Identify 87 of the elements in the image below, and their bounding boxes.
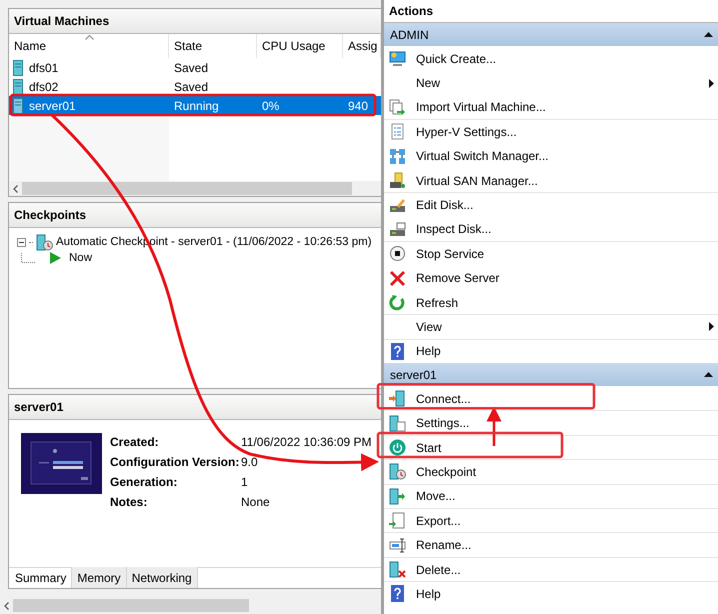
storage-icon [389,172,406,190]
field-value: 9.0 [241,455,259,469]
table-cell-text: 0% [261,98,280,112]
server-icon [13,98,23,114]
action-item[interactable]: Rename... [384,532,718,557]
collapse-icon [704,372,713,378]
table-row[interactable]: dfs02 Saved [9,77,381,96]
document-icon [389,123,406,140]
action-item[interactable]: Export... [384,508,718,532]
connect-icon [389,390,406,408]
panel-title: server01 [9,395,381,420]
section-header[interactable]: ADMIN [384,23,718,46]
action-item[interactable]: Virtual SAN Manager... [384,168,718,192]
scroll-left-icon[interactable] [13,184,18,192]
collapse-icon[interactable] [17,238,26,246]
vm-name: dfs02 [29,80,58,94]
help-icon [389,585,406,602]
vm-name: dfs01 [29,60,58,74]
checkpoint-icon [389,463,406,480]
column-header[interactable]: CPU Usage [257,34,343,58]
import-icon [389,98,406,116]
field-value: 11/06/2022 10:36:09 PM [241,435,372,449]
checkpoint-icon [36,234,53,250]
close-icon [389,270,406,287]
action-item[interactable]: Checkpoint [384,459,718,484]
table-row[interactable]: dfs01 Saved [9,58,381,77]
action-item[interactable]: Inspect Disk... [384,216,718,242]
refresh-icon [389,294,406,312]
submenu-arrow-icon [709,322,714,332]
column-header[interactable]: Name [9,34,169,58]
action-item[interactable]: Delete... [384,556,718,582]
server-icon [13,60,23,76]
action-item[interactable]: Stop Service [384,241,718,266]
table-cell-text: Saved [173,60,210,74]
panel-title: Virtual Machines [9,9,381,34]
power-icon [389,439,406,456]
delete-icon [389,561,406,578]
export-icon [389,512,406,530]
scrollbar[interactable] [9,181,381,196]
scroll-left-icon[interactable] [4,602,9,610]
column-header[interactable]: State [169,34,257,58]
action-item[interactable]: Edit Disk... [384,192,718,217]
action-item[interactable]: Move... [384,484,718,508]
tree-connector-icon [21,253,36,263]
action-item[interactable]: New [384,70,718,95]
field-label: Generation: [110,475,178,489]
server-settings-icon [389,414,406,432]
field-value: None [241,495,271,509]
action-item[interactable]: Import Virtual Machine... [384,94,718,120]
vm-name: server01 [29,98,76,112]
field-value: 1 [241,475,249,489]
action-item[interactable]: Help [384,581,718,606]
field-label: Notes: [110,495,148,509]
action-item[interactable]: Start [384,434,718,460]
disk-icon [389,220,406,238]
disk-edit-icon [389,196,406,214]
network-icon [389,148,406,165]
action-item[interactable]: View [384,314,718,339]
field-label: Configuration Version: [110,455,240,469]
action-item[interactable]: Virtual Switch Manager... [384,144,718,168]
tree-item[interactable]: Now [69,252,92,264]
panel-title: Checkpoints [9,203,381,228]
rename-icon [389,536,406,554]
section-header[interactable]: server01 [384,363,718,386]
action-item[interactable]: Settings... [384,410,718,435]
table-cell-text: 940 [347,98,370,112]
help-icon [389,342,406,360]
monitor-icon [389,50,406,68]
table-cell-text: Running [173,98,220,112]
tab[interactable]: Memory [72,567,127,588]
play-icon [50,252,61,264]
server-icon [13,78,23,94]
action-item[interactable]: Quick Create... [384,46,718,70]
column-header[interactable]: Assig [343,34,381,58]
submenu-arrow-icon [709,78,714,88]
action-item[interactable]: Remove Server [384,266,718,290]
collapse-icon [704,32,713,37]
table-cell-text: Saved [173,80,210,94]
move-icon [389,488,406,505]
sort-caret-icon [84,35,94,40]
annotation-arrow [486,406,502,446]
action-item[interactable]: Connect... [384,386,718,410]
action-item[interactable]: Refresh [384,290,718,314]
stop-icon [389,245,406,262]
field-label: Created: [110,435,160,449]
action-item[interactable]: Hyper-V Settings... [384,119,718,144]
tab[interactable]: Networking [126,567,198,588]
